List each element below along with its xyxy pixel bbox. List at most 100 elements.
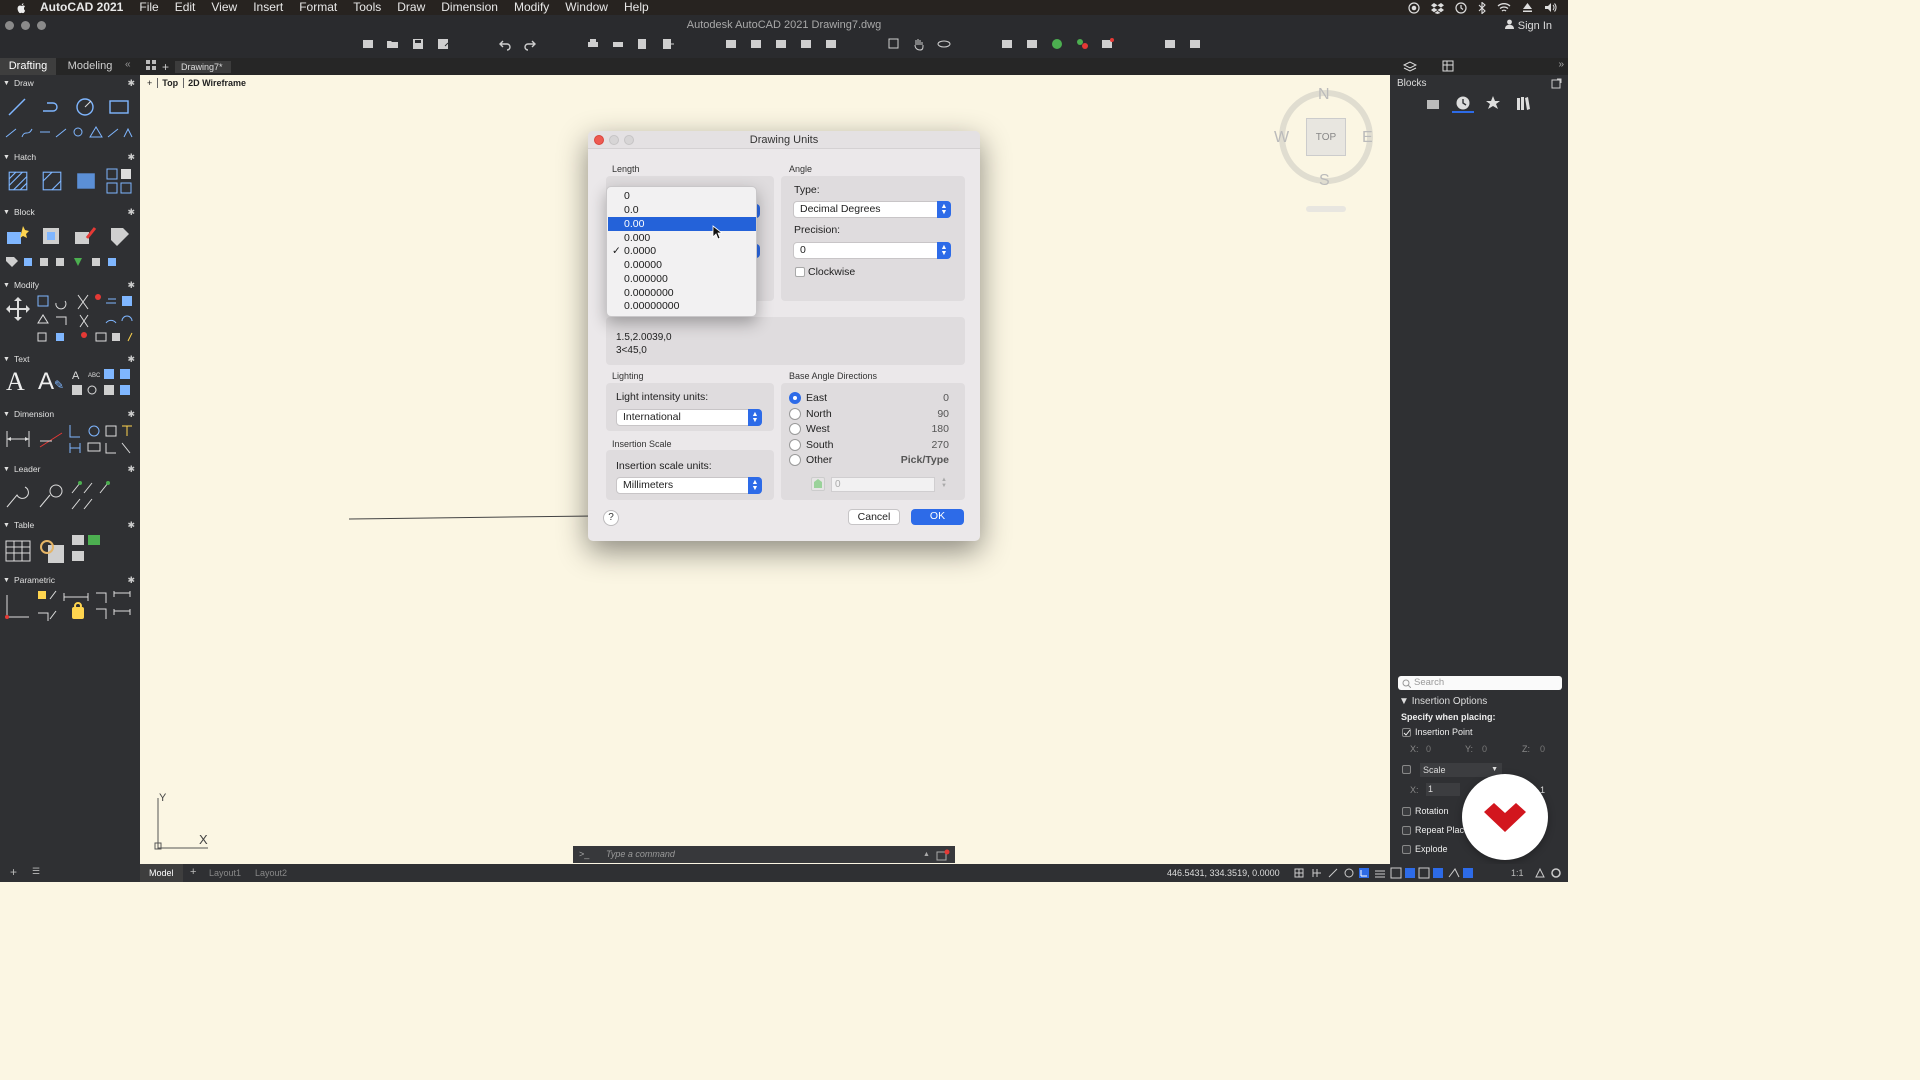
multileader-icon[interactable]: [5, 483, 31, 509]
pan-icon[interactable]: [912, 37, 926, 51]
radio-button[interactable]: [789, 407, 801, 420]
single-line-text-icon[interactable]: A✎: [38, 370, 64, 394]
precision-option[interactable]: 0.0000000: [608, 286, 756, 300]
help-button[interactable]: ?: [603, 510, 619, 526]
layers-icon[interactable]: [774, 37, 788, 51]
publish-icon[interactable]: [636, 37, 650, 51]
favorites-icon[interactable]: [1485, 95, 1501, 111]
cancel-button[interactable]: Cancel: [848, 509, 900, 525]
properties-icon[interactable]: [799, 37, 813, 51]
viewcube-face-top[interactable]: TOP: [1306, 118, 1346, 156]
dropbox-icon[interactable]: [1431, 2, 1444, 14]
xref-icon[interactable]: [724, 37, 738, 51]
new-tab-icon[interactable]: +: [162, 60, 169, 74]
attribute-icon[interactable]: [107, 224, 131, 248]
viewport-menu-icon[interactable]: +: [147, 78, 152, 88]
multiline-text-icon[interactable]: A: [6, 369, 30, 395]
share-icon[interactable]: [1163, 37, 1177, 51]
command-input[interactable]: Type a command: [606, 846, 675, 863]
wcs-menu[interactable]: [1306, 206, 1346, 212]
scale-x-field[interactable]: 1: [1426, 783, 1460, 796]
insert-block-icon[interactable]: [5, 224, 29, 248]
add-layout-icon[interactable]: +: [10, 865, 17, 879]
new-file-icon[interactable]: [361, 37, 375, 51]
command-customize-icon[interactable]: [936, 849, 950, 861]
record-icon[interactable]: [1408, 1, 1420, 14]
plot-icon[interactable]: [586, 37, 600, 51]
table-palette-icon[interactable]: [1442, 60, 1454, 72]
visual-style-label[interactable]: 2D Wireframe: [183, 78, 246, 88]
blocks-search-input[interactable]: Search: [1398, 676, 1562, 690]
menu-file[interactable]: File: [139, 0, 158, 15]
direction-other[interactable]: Other Pick/Type: [789, 452, 959, 467]
command-prompt-icon[interactable]: >_: [579, 846, 589, 863]
layers-palette-icon[interactable]: [1403, 60, 1417, 72]
angle-precision-select[interactable]: 0 ▲ ▼: [793, 242, 951, 259]
precision-option[interactable]: 0.000000: [608, 272, 756, 286]
ok-button[interactable]: OK: [911, 509, 964, 525]
orbit-icon[interactable]: [937, 37, 951, 51]
direction-south[interactable]: South 270: [789, 437, 959, 452]
add-layout-tab-icon[interactable]: +: [190, 866, 196, 878]
length-precision-dropdown[interactable]: 0 0.0 0.00 0.000 ✓ 0.0000 0.00000 0.00000…: [606, 186, 757, 317]
expand-icon[interactable]: »: [1558, 59, 1564, 70]
create-block-icon[interactable]: [39, 224, 63, 248]
bluetooth-icon[interactable]: [1478, 1, 1486, 14]
tool-palettes-icon[interactable]: [1025, 37, 1039, 51]
block-insert-icon[interactable]: [1551, 78, 1562, 89]
precision-option[interactable]: 0.0: [608, 203, 756, 217]
libraries-icon[interactable]: [1515, 95, 1531, 111]
render-icon[interactable]: [1050, 37, 1064, 51]
ip-y-field[interactable]: 0: [1482, 744, 1487, 754]
tab-modeling[interactable]: Modeling: [58, 58, 122, 75]
app-menu[interactable]: AutoCAD 2021: [40, 0, 123, 15]
block-small-tools-icon[interactable]: [4, 255, 134, 269]
polyline-tool-icon[interactable]: [41, 97, 61, 117]
precision-option[interactable]: 0.00000: [608, 258, 756, 272]
batch-plot-icon[interactable]: [611, 37, 625, 51]
tab-drafting[interactable]: Drafting: [0, 58, 56, 75]
compass-south[interactable]: S: [1319, 172, 1330, 190]
scale-checkbox[interactable]: [1402, 765, 1411, 774]
section-table[interactable]: ▼ Table ✱: [0, 518, 140, 532]
tab-layout1[interactable]: Layout1: [209, 864, 241, 882]
section-draw[interactable]: ▼ Draw ✱: [0, 76, 140, 90]
coordinates-readout[interactable]: 446.5431, 334.3519, 0.0000: [1167, 864, 1280, 882]
compass-north[interactable]: N: [1318, 86, 1330, 104]
status-toggles-icon[interactable]: [1293, 867, 1505, 879]
export-icon[interactable]: [661, 37, 675, 51]
clockwise-checkbox[interactable]: [795, 267, 805, 277]
section-block[interactable]: ▼ Block ✱: [0, 205, 140, 219]
direction-north[interactable]: North 90: [789, 406, 959, 421]
menu-help[interactable]: Help: [624, 0, 649, 15]
eject-icon[interactable]: [1522, 2, 1533, 13]
insertion-options-header[interactable]: ▼ Insertion Options: [1399, 696, 1487, 707]
dialog-close-button[interactable]: [594, 135, 604, 145]
compass-west[interactable]: W: [1274, 129, 1289, 147]
leader-small-tools-icon[interactable]: [70, 479, 120, 511]
draw-small-tools-icon[interactable]: [4, 125, 134, 139]
layout-list-icon[interactable]: ☰: [32, 866, 40, 877]
section-dimension[interactable]: ▼ Dimension ✱: [0, 407, 140, 421]
rectangle-tool-icon[interactable]: [109, 97, 129, 117]
grid-icon[interactable]: [146, 60, 156, 73]
menu-view[interactable]: View: [211, 0, 237, 15]
apple-icon[interactable]: [13, 0, 29, 15]
angle-type-select[interactable]: Decimal Degrees ▲ ▼: [793, 201, 951, 218]
linear-dimension-icon[interactable]: [5, 427, 31, 451]
region-icon[interactable]: [105, 167, 133, 195]
text-small-tools-icon[interactable]: A ABC: [70, 367, 134, 397]
radio-button[interactable]: [789, 453, 801, 466]
menu-edit[interactable]: Edit: [175, 0, 196, 15]
data-extraction-icon[interactable]: [38, 537, 66, 565]
document-tab[interactable]: Drawing7*: [175, 60, 231, 73]
menu-window[interactable]: Window: [565, 0, 608, 15]
recent-icon[interactable]: [1455, 95, 1471, 111]
undo-icon[interactable]: [498, 37, 512, 51]
viewcube[interactable]: N S E W TOP: [1274, 85, 1378, 215]
current-drawing-icon[interactable]: [1425, 96, 1441, 110]
menu-tools[interactable]: Tools: [353, 0, 381, 15]
circle-tool-icon[interactable]: [75, 97, 95, 117]
ip-x-field[interactable]: 0: [1426, 744, 1431, 754]
menu-insert[interactable]: Insert: [253, 0, 283, 15]
